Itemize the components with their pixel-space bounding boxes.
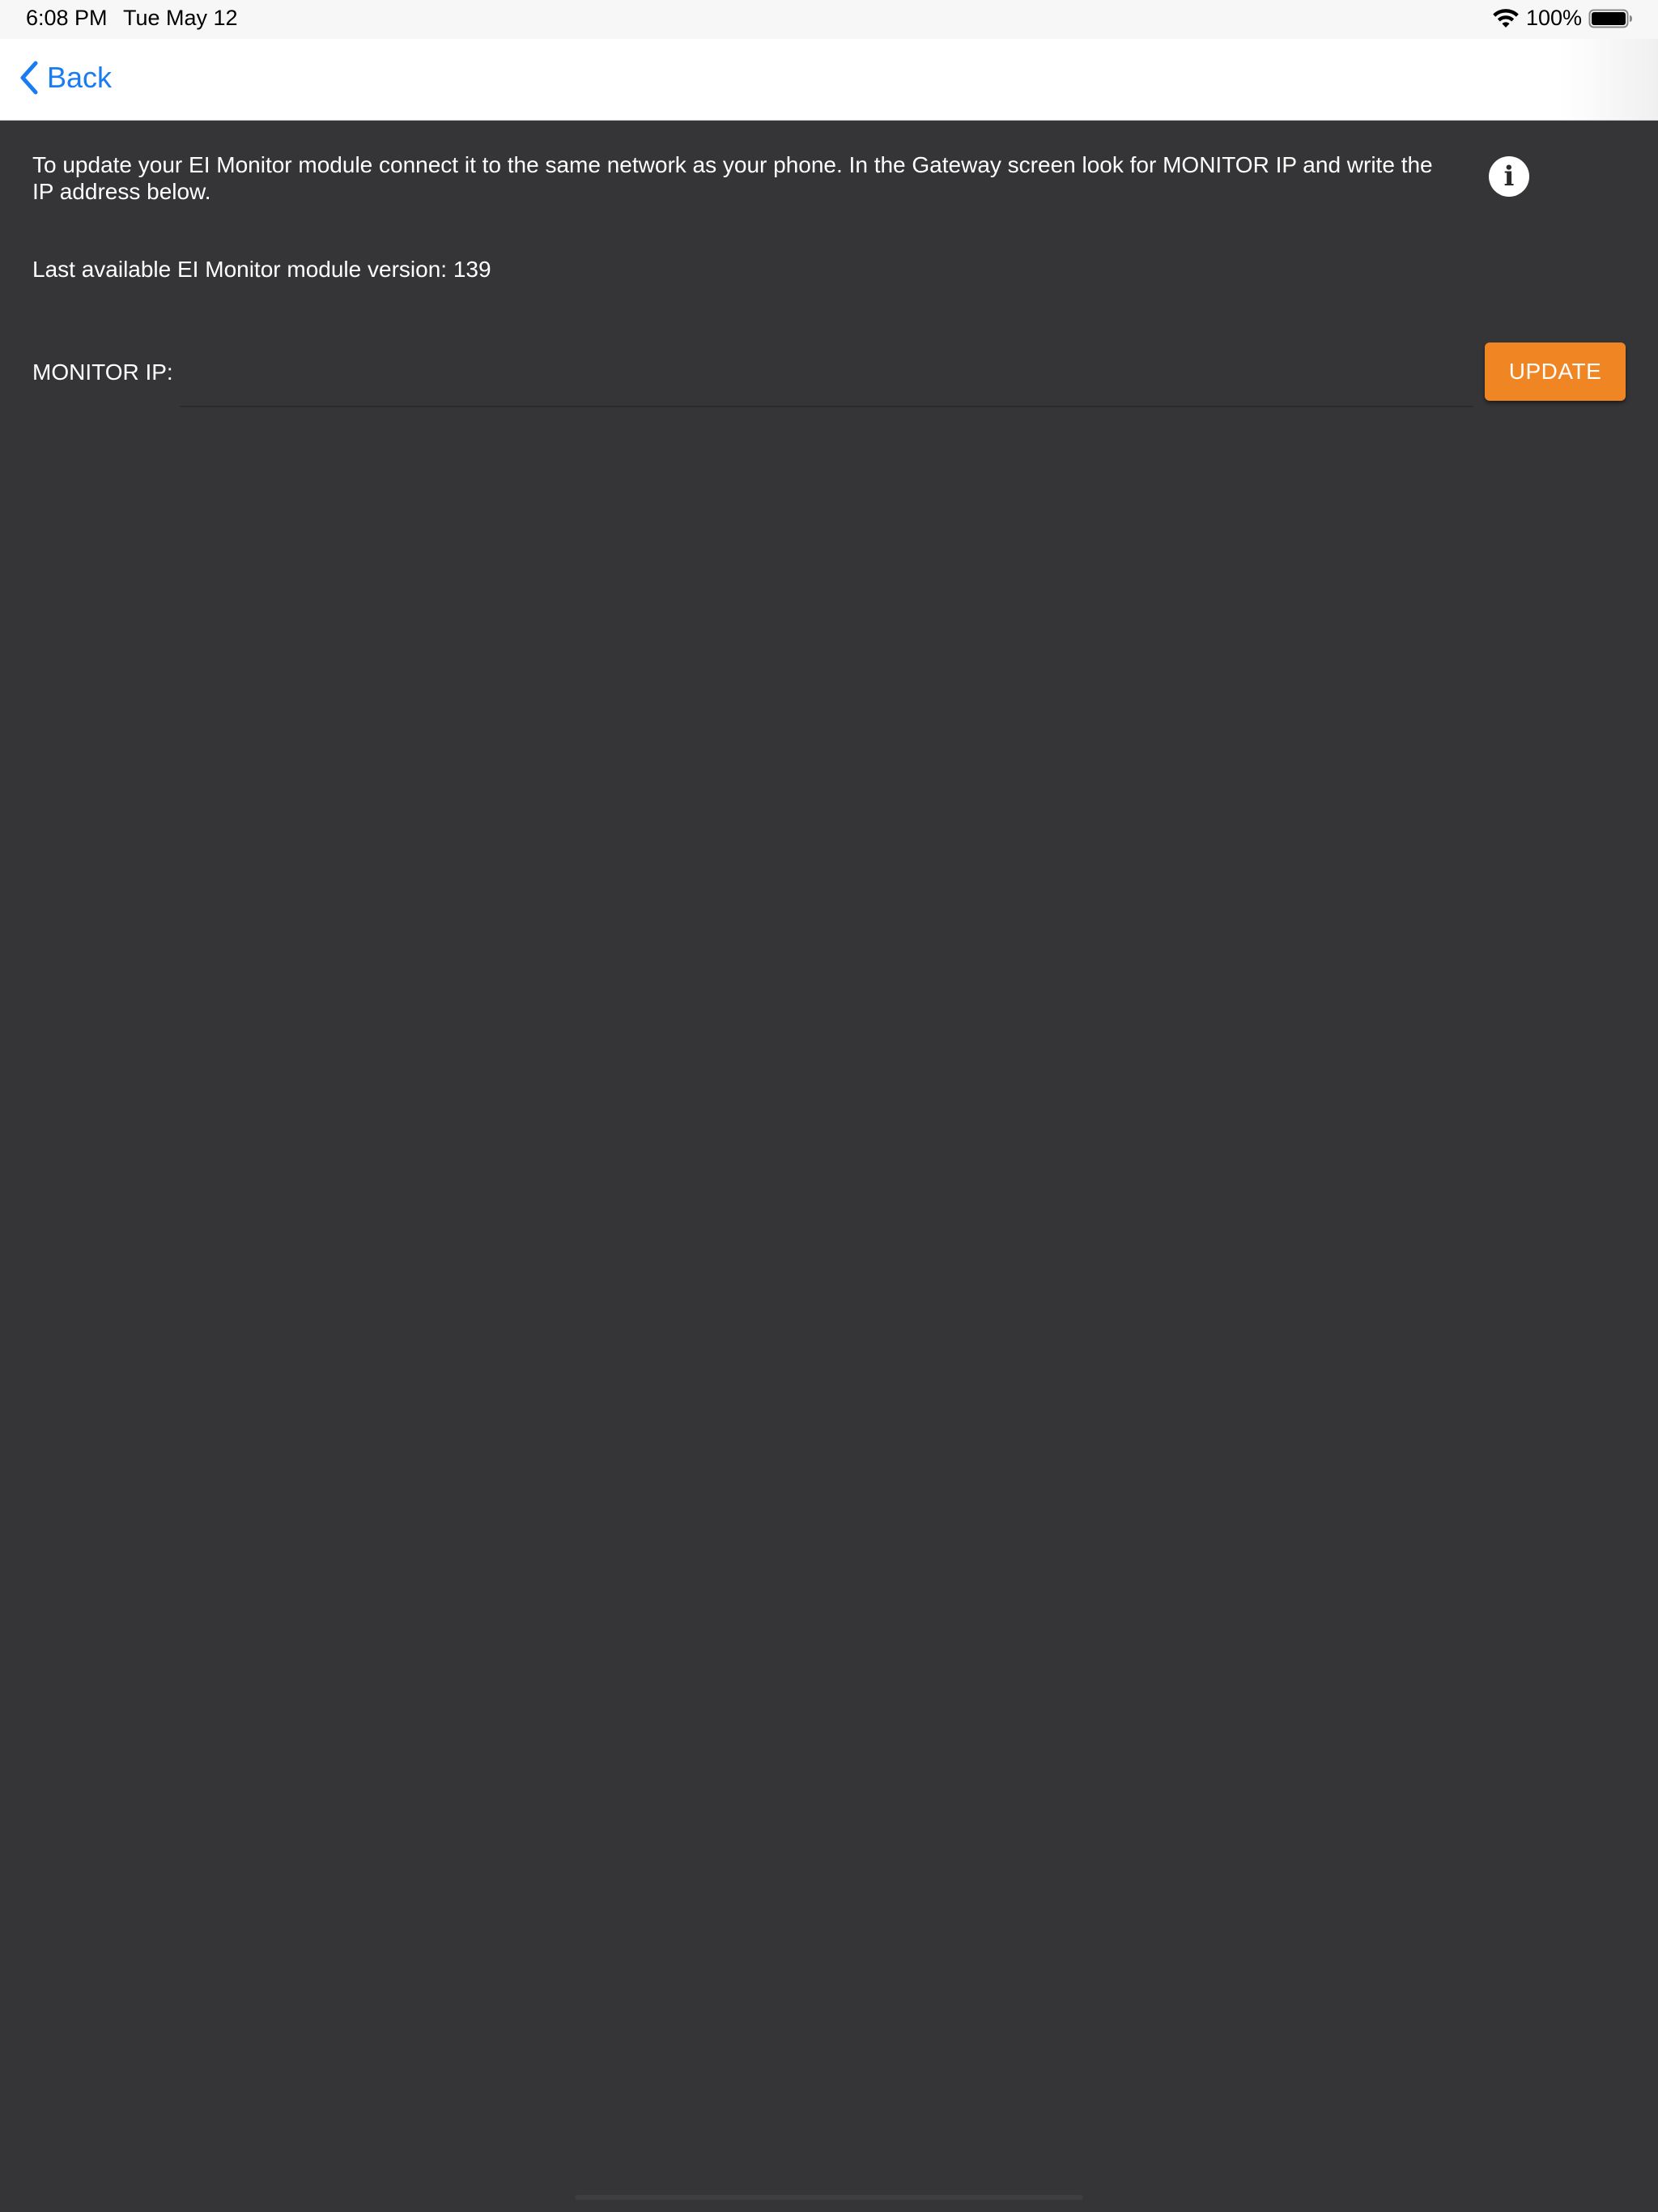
wifi-icon	[1492, 8, 1520, 29]
status-date: Tue May 12	[123, 6, 238, 30]
instructions-text: To update your EI Monitor module connect…	[32, 152, 1433, 204]
back-button[interactable]: Back	[18, 57, 112, 99]
monitor-ip-label: MONITOR IP:	[32, 359, 173, 385]
status-bar: 6:08 PM Tue May 12 100%	[0, 0, 1658, 39]
home-indicator	[575, 2195, 1083, 2200]
navigation-bar: Back	[0, 39, 1658, 121]
version-text: Last available EI Monitor module version…	[32, 257, 491, 282]
update-screen: To update your EI Monitor module connect…	[0, 121, 1658, 2212]
back-label: Back	[47, 61, 113, 94]
status-time: 6:08 PM	[26, 6, 108, 30]
battery-percentage: 100%	[1525, 6, 1582, 30]
status-indicators: 100%	[1492, 6, 1634, 31]
update-button[interactable]: UPDATE	[1485, 342, 1626, 401]
chevron-left-icon	[18, 60, 40, 96]
info-icon[interactable]: i	[1489, 156, 1529, 197]
battery-icon	[1588, 8, 1634, 29]
monitor-ip-input[interactable]	[180, 338, 1473, 407]
